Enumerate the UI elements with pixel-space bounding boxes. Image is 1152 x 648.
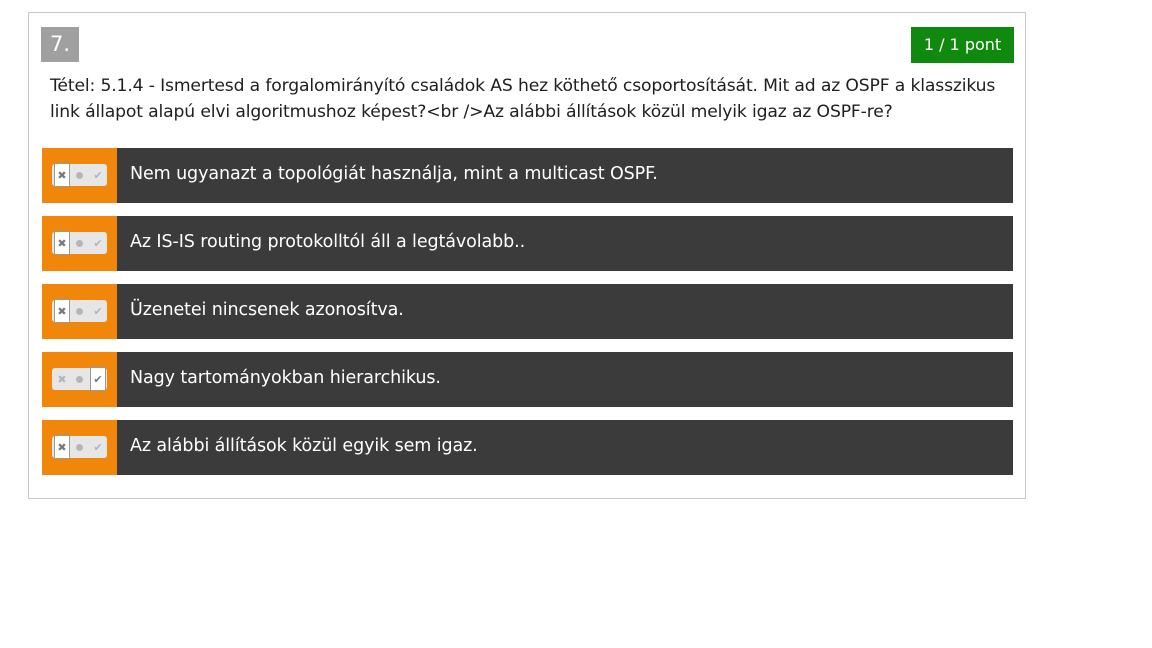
- false-icon[interactable]: ✖: [54, 435, 70, 459]
- answer-text: Nagy tartományokban hierarchikus.: [130, 368, 441, 388]
- answer-toggle-box: ✖ ✔: [42, 216, 117, 271]
- answer-option-3[interactable]: ✖ ✔ Üzenetei nincsenek azonosítva.: [42, 284, 1013, 339]
- answer-text: Az IS-IS routing protokolltól áll a legt…: [130, 232, 526, 252]
- question-card: 7. 1 / 1 pont Tétel: 5.1.4 - Ismertesd a…: [28, 12, 1026, 499]
- question-number: 7.: [41, 27, 79, 62]
- neutral-dot-icon[interactable]: [71, 369, 87, 389]
- answer-toggle-box: ✖ ✔: [42, 148, 117, 203]
- false-icon[interactable]: ✖: [54, 163, 70, 187]
- false-icon[interactable]: ✖: [54, 369, 70, 389]
- answer-text: Az alábbi állítások közül egyik sem igaz…: [130, 436, 478, 456]
- answer-option-2[interactable]: ✖ ✔ Az IS-IS routing protokolltól áll a …: [42, 216, 1013, 271]
- true-icon[interactable]: ✔: [90, 367, 106, 391]
- answer-option-4[interactable]: ✖ ✔ Nagy tartományokban hierarchikus.: [42, 352, 1013, 407]
- answer-toggle-box: ✖ ✔: [42, 420, 117, 475]
- question-text: Tétel: 5.1.4 - Ismertesd a forgalomirány…: [50, 76, 996, 122]
- neutral-dot-icon[interactable]: [71, 301, 87, 321]
- answer-option-1[interactable]: ✖ ✔ Nem ugyanazt a topológiát használja,…: [42, 148, 1013, 203]
- answer-toggle-box: ✖ ✔: [42, 284, 117, 339]
- neutral-dot-icon[interactable]: [71, 165, 87, 185]
- tri-state-toggle[interactable]: ✖ ✔: [52, 435, 107, 459]
- true-icon[interactable]: ✔: [90, 165, 106, 185]
- score-badge: 1 / 1 pont: [911, 27, 1014, 63]
- answer-option-5[interactable]: ✖ ✔ Az alábbi állítások közül egyik sem …: [42, 420, 1013, 475]
- answer-list: ✖ ✔ Nem ugyanazt a topológiát használja,…: [42, 148, 1013, 488]
- neutral-dot-icon[interactable]: [71, 437, 87, 457]
- answer-text: Nem ugyanazt a topológiát használja, min…: [130, 164, 658, 184]
- tri-state-toggle[interactable]: ✖ ✔: [52, 163, 107, 187]
- true-icon[interactable]: ✔: [90, 301, 106, 321]
- true-icon[interactable]: ✔: [90, 437, 106, 457]
- neutral-dot-icon[interactable]: [71, 233, 87, 253]
- answer-toggle-box: ✖ ✔: [42, 352, 117, 407]
- false-icon[interactable]: ✖: [54, 299, 70, 323]
- tri-state-toggle[interactable]: ✖ ✔: [52, 299, 107, 323]
- true-icon[interactable]: ✔: [90, 233, 106, 253]
- answer-text: Üzenetei nincsenek azonosítva.: [130, 300, 404, 320]
- tri-state-toggle[interactable]: ✖ ✔: [52, 231, 107, 255]
- false-icon[interactable]: ✖: [54, 231, 70, 255]
- tri-state-toggle[interactable]: ✖ ✔: [52, 367, 107, 391]
